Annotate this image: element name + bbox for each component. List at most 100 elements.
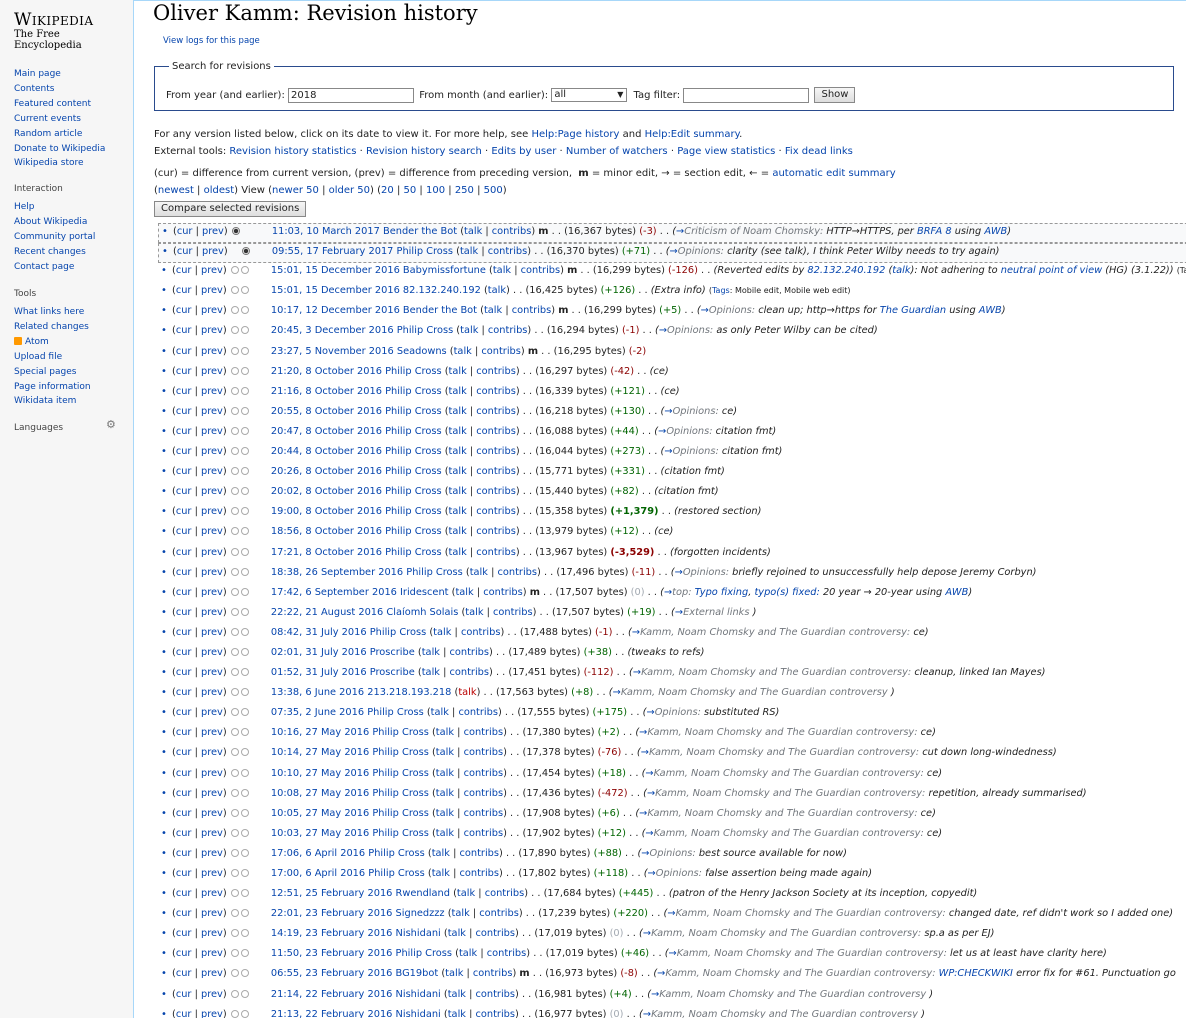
revision-user-link[interactable]: Signedzzz	[396, 908, 445, 919]
legend-auto-summary-link[interactable]: automatic edit summary	[772, 168, 895, 179]
compare-radio-new[interactable]	[240, 647, 249, 656]
compare-radio-new[interactable]	[240, 266, 249, 275]
cur-link[interactable]: cur	[176, 567, 192, 578]
cur-link[interactable]: cur	[176, 989, 192, 1000]
prev-link[interactable]: prev	[201, 426, 223, 437]
revision-user-link[interactable]: Philip Cross	[385, 486, 441, 497]
compare-radio-new[interactable]	[240, 788, 249, 797]
view-logs-link[interactable]: View logs for this page	[163, 36, 260, 46]
compare-radio-new[interactable]	[240, 326, 249, 335]
revision-date-link[interactable]: 09:55, 17 February 2017	[272, 246, 394, 257]
user-talk-link[interactable]: talk	[432, 848, 450, 859]
compare-radio-new[interactable]	[240, 969, 249, 978]
compare-radio-old[interactable]	[230, 728, 239, 737]
cur-link[interactable]: cur	[176, 768, 192, 779]
sidebar-tools-link[interactable]: Related changes	[14, 322, 89, 332]
revision-user-link[interactable]: Philip Cross	[397, 325, 453, 336]
user-talk-link[interactable]: talk	[436, 768, 454, 779]
prev-link[interactable]: prev	[202, 246, 224, 257]
compare-radio-new[interactable]	[240, 668, 249, 677]
compare-radio-old[interactable]	[230, 808, 239, 817]
cur-link[interactable]: cur	[176, 908, 192, 919]
summary-link[interactable]: typo(s) fixed:	[754, 587, 819, 598]
page-size-link[interactable]: 50	[404, 185, 417, 196]
revision-date-link[interactable]: 18:38, 26 September 2016	[271, 567, 403, 578]
compare-radio-new[interactable]	[240, 808, 249, 817]
revision-user-link[interactable]: Philip Cross	[385, 446, 441, 457]
revision-user-link[interactable]: 213.218.193.218	[367, 687, 451, 698]
page-size-link[interactable]: 250	[455, 185, 474, 196]
compare-radio-old[interactable]	[230, 668, 239, 677]
user-contribs-link[interactable]: contribs	[476, 526, 516, 537]
cur-link[interactable]: cur	[176, 305, 192, 316]
user-contribs-link[interactable]: contribs	[512, 305, 552, 316]
user-talk-link[interactable]: talk	[449, 386, 467, 397]
compare-radio-new[interactable]	[241, 247, 250, 256]
user-contribs-link[interactable]: contribs	[481, 346, 521, 357]
compare-radio-new[interactable]	[240, 447, 249, 456]
prev-link[interactable]: prev	[201, 707, 223, 718]
newer-link[interactable]: newer 50	[272, 185, 319, 196]
compare-radio-old[interactable]	[230, 587, 239, 596]
compare-radio-new[interactable]	[240, 889, 249, 898]
prev-link[interactable]: prev	[201, 406, 223, 417]
sidebar-interaction-link[interactable]: Community portal	[14, 232, 95, 242]
compare-radio-new[interactable]	[240, 828, 249, 837]
user-talk-link[interactable]: talk	[470, 567, 488, 578]
external-tool-link[interactable]: Edits by user	[491, 146, 556, 157]
summary-link[interactable]: AWB	[945, 587, 968, 598]
revision-date-link[interactable]: 19:00, 8 October 2016	[271, 506, 382, 517]
revision-date-link[interactable]: 13:38, 6 June 2016	[271, 687, 364, 698]
user-talk-link[interactable]: talk	[452, 908, 470, 919]
sidebar-interaction-link[interactable]: Contact page	[14, 262, 74, 272]
compare-radio-old[interactable]	[230, 708, 239, 717]
compare-radio-new[interactable]	[240, 286, 249, 295]
external-tool-link[interactable]: Number of watchers	[566, 146, 668, 157]
cur-link[interactable]: cur	[176, 727, 192, 738]
help-page-history-link[interactable]: Help:Page history	[531, 129, 619, 140]
prev-link[interactable]: prev	[201, 526, 223, 537]
user-talk-link[interactable]: talk	[493, 265, 511, 276]
cur-link[interactable]: cur	[176, 486, 192, 497]
summary-link[interactable]: 82.132.240.192	[807, 265, 885, 276]
user-contribs-link[interactable]: contribs	[450, 667, 490, 678]
compare-radio-old[interactable]	[230, 969, 239, 978]
compare-radio-new[interactable]	[240, 487, 249, 496]
sidebar-tools-link[interactable]: Special pages	[14, 367, 76, 377]
user-talk-link[interactable]: talk	[449, 406, 467, 417]
compare-radio-old[interactable]	[230, 527, 239, 536]
compare-radio-old[interactable]	[230, 1009, 239, 1018]
prev-link[interactable]: prev	[201, 305, 223, 316]
tag-filter-input[interactable]	[683, 87, 810, 103]
revision-date-link[interactable]: 17:21, 8 October 2016	[271, 547, 382, 558]
sidebar-tools-link[interactable]: What links here	[14, 307, 84, 317]
oldest-link[interactable]: oldest	[204, 185, 235, 196]
revision-date-link[interactable]: 12:51, 25 February 2016	[271, 888, 393, 899]
prev-link[interactable]: prev	[201, 747, 223, 758]
cur-link[interactable]: cur	[176, 888, 192, 899]
cur-link[interactable]: cur	[176, 647, 192, 658]
revision-user-link[interactable]: Philip Cross	[385, 526, 441, 537]
compare-radio-new[interactable]	[240, 366, 249, 375]
cur-link[interactable]: cur	[176, 948, 192, 959]
summary-link[interactable]: talk	[892, 265, 910, 276]
sidebar-nav-link[interactable]: Contents	[14, 84, 54, 94]
revision-user-link[interactable]: Philip Cross	[385, 547, 441, 558]
compare-radio-old[interactable]	[230, 266, 239, 275]
compare-radio-new[interactable]	[240, 607, 249, 616]
prev-link[interactable]: prev	[201, 868, 223, 879]
revision-user-link[interactable]: Philip Cross	[367, 707, 423, 718]
user-talk-link[interactable]: talk	[449, 366, 467, 377]
revision-user-link[interactable]: Philip Cross	[397, 246, 453, 257]
revision-user-link[interactable]: Iridescent	[400, 587, 448, 598]
compare-radio-new[interactable]	[240, 627, 249, 636]
revision-date-link[interactable]: 21:14, 22 February 2016	[271, 989, 393, 1000]
external-tool-link[interactable]: Revision history search	[366, 146, 482, 157]
summary-link[interactable]: neutral point of view	[1001, 265, 1102, 276]
prev-link[interactable]: prev	[201, 667, 223, 678]
prev-link[interactable]: prev	[201, 788, 223, 799]
revision-user-link[interactable]: Philip Cross	[385, 506, 441, 517]
user-contribs-link[interactable]: contribs	[476, 989, 516, 1000]
user-talk-link[interactable]: talk	[449, 506, 467, 517]
cur-link[interactable]: cur	[176, 265, 192, 276]
